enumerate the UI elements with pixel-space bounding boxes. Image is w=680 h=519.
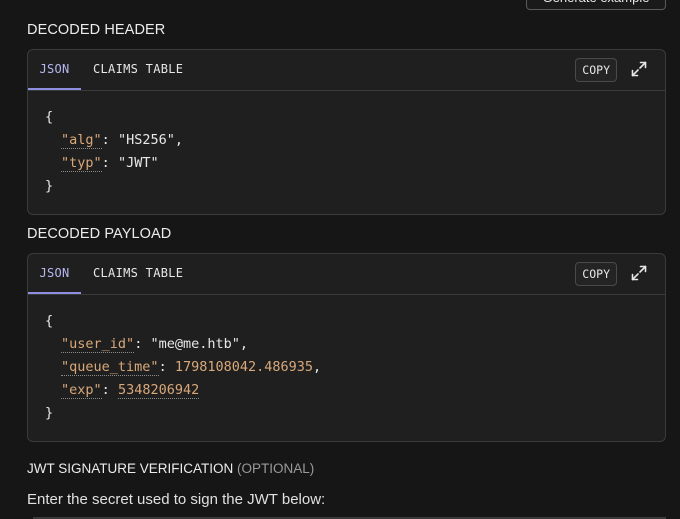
decoded-header-panel: JSON CLAIMS TABLE COPY {"alg": "HS256", "…: [27, 49, 666, 215]
generate-example-button[interactable]: Generate example: [526, 0, 666, 10]
header-json-code: { "alg": "HS256", "typ": "JWT"}: [28, 91, 665, 198]
signature-verification-title: JWT SIGNATURE VERIFICATION (OPTIONAL): [27, 461, 315, 476]
expand-icon[interactable]: [630, 264, 648, 282]
json-value-typ: "JWT": [117, 155, 159, 171]
open-brace: {: [45, 109, 54, 125]
json-value-user-id: "me@me.htb": [150, 336, 240, 352]
json-value-queue-time: 1798108042.486935: [174, 359, 313, 375]
header-copy-button[interactable]: COPY: [575, 58, 617, 82]
payload-tab-claims-table[interactable]: CLAIMS TABLE: [93, 254, 183, 293]
json-key-typ: "typ": [61, 155, 102, 172]
json-line: "alg": "HS256",: [61, 132, 183, 149]
json-line: "typ": "JWT": [61, 155, 159, 172]
close-brace: }: [45, 405, 54, 421]
payload-copy-button[interactable]: COPY: [575, 262, 617, 286]
jwt-decoder-page: Generate example DECODED HEADER JSON CLA…: [0, 0, 680, 519]
json-value-alg: "HS256": [117, 132, 175, 148]
decoded-payload-title: DECODED PAYLOAD: [27, 226, 172, 242]
open-brace: {: [45, 313, 54, 329]
json-line: "queue_time": 1798108042.486935,: [61, 359, 322, 376]
json-key-exp: "exp": [61, 382, 102, 399]
json-key-alg: "alg": [61, 132, 102, 149]
optional-label: (OPTIONAL): [237, 461, 315, 476]
json-line: "exp": 5348206942: [61, 382, 200, 399]
payload-panel-toolbar: JSON CLAIMS TABLE COPY: [28, 254, 665, 295]
json-key-queue-time: "queue_time": [61, 359, 159, 376]
header-tab-claims-table[interactable]: CLAIMS TABLE: [93, 50, 183, 89]
json-key-user-id: "user_id": [61, 336, 135, 353]
close-brace: }: [45, 178, 54, 194]
decoded-header-title: DECODED HEADER: [27, 22, 166, 38]
json-value-exp: 5348206942: [117, 382, 200, 399]
json-line: "user_id": "me@me.htb",: [61, 336, 248, 353]
payload-tab-json[interactable]: JSON: [28, 254, 81, 294]
header-tab-json[interactable]: JSON: [28, 50, 81, 90]
expand-icon[interactable]: [630, 60, 648, 78]
decoded-payload-panel: JSON CLAIMS TABLE COPY { "user_id": "me@m…: [27, 253, 666, 442]
header-panel-toolbar: JSON CLAIMS TABLE COPY: [28, 50, 665, 91]
payload-json-code: { "user_id": "me@me.htb", "queue_time": 17…: [28, 295, 665, 425]
secret-hint-text: Enter the secret used to sign the JWT be…: [27, 491, 326, 508]
